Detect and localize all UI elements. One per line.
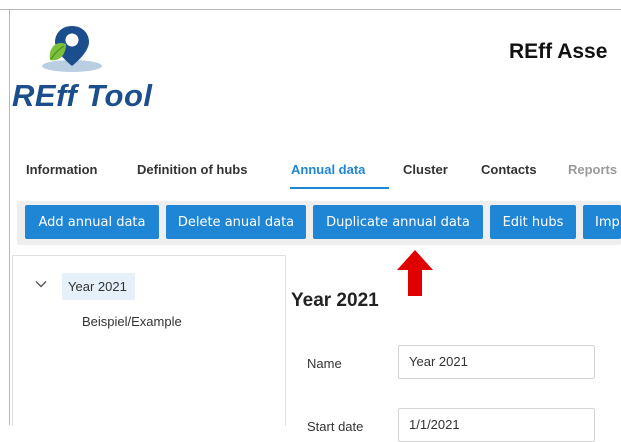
edit-hubs-button[interactable]: Edit hubs [490,205,576,239]
chevron-down-icon[interactable] [34,277,48,291]
app-title: REff Asse [509,40,608,63]
name-label: Name [307,356,342,371]
red-up-arrow-icon [397,250,433,296]
start-date-label: Start date [307,419,364,434]
name-field[interactable]: Year 2021 [398,345,595,379]
tab-cluster[interactable]: Cluster [403,162,448,177]
import-button[interactable]: Imp [583,205,621,239]
tree-panel [12,255,286,426]
tab-definition-of-hubs[interactable]: Definition of hubs [137,162,247,177]
window-frame-top [0,9,621,10]
tab-annual-data[interactable]: Annual data [291,162,365,177]
tree-item-year-2021[interactable]: Year 2021 [68,279,127,294]
tab-reports[interactable]: Reports [568,162,617,177]
window-frame-left [9,9,10,425]
duplicate-annual-data-button[interactable]: Duplicate annual data [313,205,483,239]
add-annual-data-button[interactable]: Add annual data [25,205,159,239]
tab-contacts[interactable]: Contacts [481,162,537,177]
active-tab-indicator [290,187,389,189]
page-title: Year 2021 [291,290,379,311]
start-date-field[interactable]: 1/1/2021 [398,408,595,442]
delete-annual-data-button[interactable]: Delete anual data [166,205,306,239]
tab-information[interactable]: Information [26,162,98,177]
logo-text: REff Tool [12,78,153,113]
tree-item-beispiel-example[interactable]: Beispiel/Example [82,314,182,329]
